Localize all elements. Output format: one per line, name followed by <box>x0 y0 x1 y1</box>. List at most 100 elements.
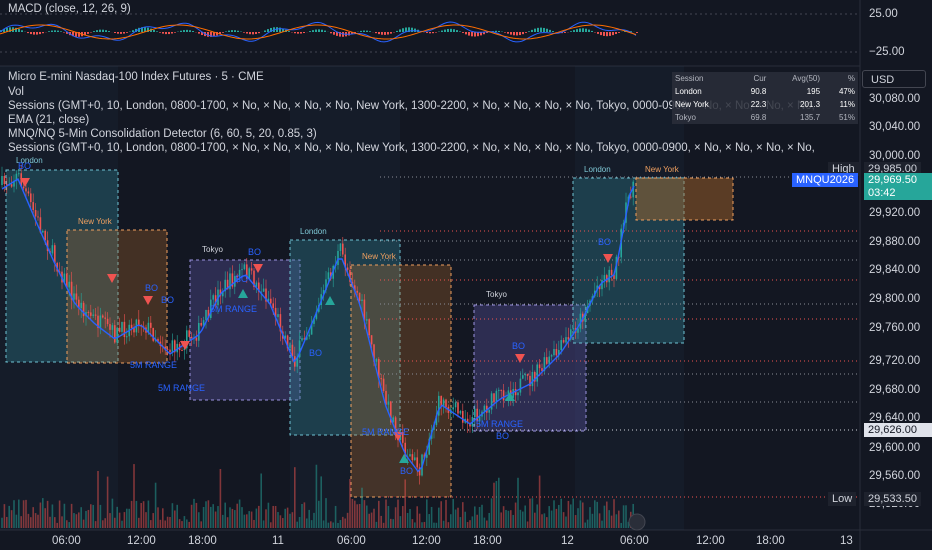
volume-bar <box>589 507 591 528</box>
volume-bar <box>430 506 433 528</box>
breakout-label: BO <box>248 247 262 257</box>
volume-bar <box>387 506 390 528</box>
candle-body <box>426 454 428 458</box>
volume-bar <box>258 505 260 528</box>
macd-hist-bar <box>165 32 167 35</box>
symbol-tag: MNQU2026 <box>792 173 859 187</box>
macd-hist-bar <box>495 30 497 32</box>
volume-bar <box>615 514 618 528</box>
volume-bar <box>130 500 133 528</box>
volume-bar <box>572 498 574 528</box>
candle-body <box>546 357 548 364</box>
macd-hist-bar <box>396 30 398 32</box>
volume-bar <box>85 510 87 528</box>
candle-body <box>22 186 25 189</box>
macd-hist-bar <box>366 30 368 32</box>
macd-hist-bar <box>99 29 101 32</box>
candle-body <box>308 334 310 337</box>
volume-bar <box>370 512 373 528</box>
candle-body <box>126 336 128 338</box>
macd-hist-bar <box>384 32 386 35</box>
macd-hist-bar <box>39 32 41 35</box>
macd-hist-bar <box>180 30 182 32</box>
macd-hist-bar <box>168 32 170 35</box>
candle-body <box>572 328 574 330</box>
volume-bar <box>1 517 3 528</box>
macd-hist-bar <box>456 30 458 32</box>
volume-bar <box>32 507 34 528</box>
volume-bar <box>222 514 224 528</box>
sessions-legend-2[interactable]: Sessions (GMT+0, 10, London, 0800-1700, … <box>8 142 860 154</box>
volume-bar <box>529 498 531 528</box>
volume-bar <box>332 522 334 528</box>
volume-bar <box>562 512 565 528</box>
macd-hist-bar <box>192 31 194 32</box>
volume-bar <box>450 514 452 528</box>
ema-legend[interactable]: EMA (21, close) <box>8 114 89 126</box>
candle-body <box>250 268 253 271</box>
volume-bar <box>142 501 145 528</box>
candle-body <box>181 350 183 352</box>
volume-bar <box>522 511 524 528</box>
macd-hist-bar <box>159 32 161 33</box>
volume-bar <box>402 506 404 528</box>
volume-bar <box>152 513 154 528</box>
volume-bar <box>457 507 459 528</box>
candle-body <box>445 399 447 407</box>
vol-legend[interactable]: Vol <box>8 86 24 98</box>
candle-body <box>205 309 207 321</box>
candle-body <box>416 457 418 468</box>
volume-bar <box>565 516 567 528</box>
volume-bar <box>435 522 438 528</box>
symbol-legend[interactable]: Micro E-mini Nasdaq-100 Index Futures · … <box>8 71 264 83</box>
macd-hist-bar <box>309 31 311 32</box>
macd-hist-bar <box>42 32 44 34</box>
volume-bar <box>363 500 366 528</box>
volume-bar <box>426 499 428 528</box>
breakout-label: BO <box>309 348 323 358</box>
y-label: 29,720.00 <box>869 355 921 367</box>
volume-bar <box>548 506 550 528</box>
candle-body <box>109 324 111 330</box>
x-label: 18:00 <box>188 535 217 547</box>
range-label: 5M RANGE <box>362 427 410 437</box>
macd-hist-bar <box>513 32 515 36</box>
volume-bar <box>248 511 250 528</box>
volume-bar <box>193 498 195 528</box>
consolidation-legend[interactable]: MNQ/NQ 5-Min Consolidation Detector (6, … <box>8 128 317 140</box>
currency-button[interactable]: USD <box>862 70 926 88</box>
macd-hist-bar <box>132 30 134 32</box>
volume-bar <box>310 520 313 528</box>
candle-body <box>130 324 133 329</box>
macd-hist-bar <box>57 30 59 32</box>
volume-bar <box>51 504 54 528</box>
candle-body <box>42 230 44 233</box>
candle-body <box>198 322 200 341</box>
volume-bar <box>30 517 32 528</box>
volume-bar <box>327 522 330 528</box>
volume-bar <box>378 500 380 528</box>
candle-body <box>262 288 265 292</box>
volume-bar <box>399 516 402 528</box>
volume-bar <box>452 499 454 528</box>
volume-bar <box>70 503 73 528</box>
volume-bar <box>406 512 409 528</box>
candle-body <box>567 337 570 340</box>
macd-hist-bar <box>600 32 602 36</box>
macd-hist-bar <box>87 32 89 34</box>
volume-bar <box>478 506 481 528</box>
candle-body <box>498 389 500 391</box>
range-label: 5M RANGE <box>158 383 206 393</box>
low-label: Low <box>828 492 857 506</box>
volume-bar <box>15 514 18 528</box>
volume-bar <box>97 470 99 528</box>
session-stats-table: Session Cur Avg(50) % London 90.8 195 47… <box>672 72 858 124</box>
candle-body <box>337 250 339 265</box>
volume-bar <box>272 505 274 528</box>
volume-bar <box>459 517 462 528</box>
volume-bar <box>207 500 210 528</box>
volume-bar <box>42 498 44 528</box>
macd-hist-bar <box>375 32 377 34</box>
macd-hist-bar <box>189 30 191 32</box>
y-label: 29,600.00 <box>869 442 921 454</box>
